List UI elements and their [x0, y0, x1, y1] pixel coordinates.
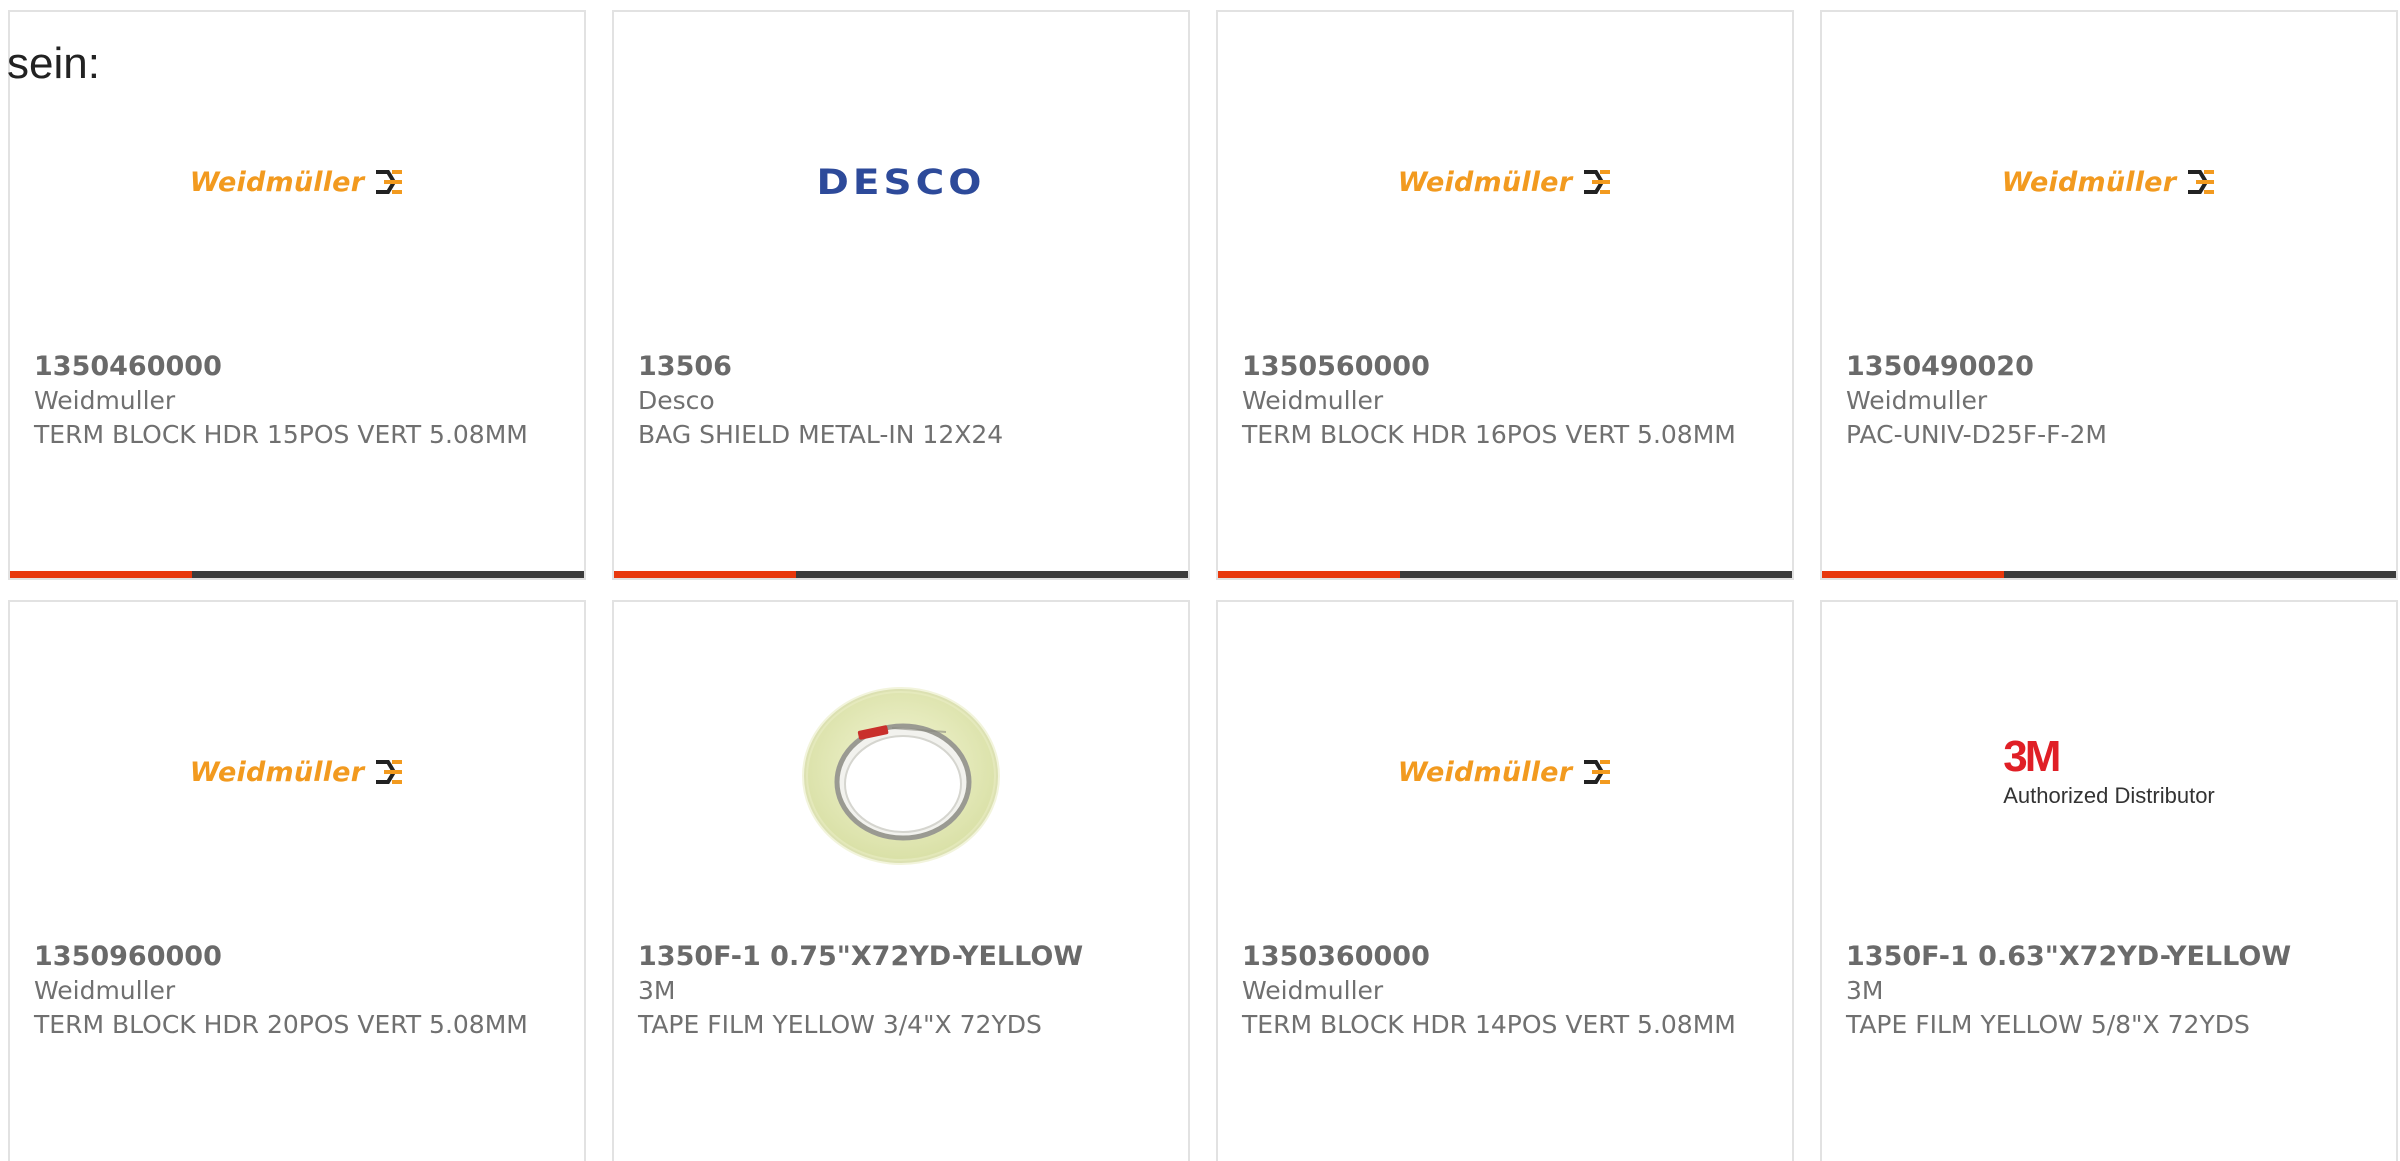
product-info: 1350360000 Weidmuller TERM BLOCK HDR 14P… — [1242, 940, 1768, 1042]
manufacturer: Weidmuller — [1242, 976, 1384, 1005]
product-description: TAPE FILM YELLOW 5/8"X 72YDS — [1846, 1010, 2250, 1039]
product-image[interactable]: 3M Authorized Distributor — [1822, 602, 2396, 942]
product-info: 1350460000 Weidmuller TERM BLOCK HDR 15P… — [34, 350, 560, 452]
product-description: TERM BLOCK HDR 20POS VERT 5.08MM — [34, 1010, 528, 1039]
manufacturer: Weidmuller — [34, 386, 176, 415]
weidmuller-mark-icon — [376, 760, 403, 784]
product-image[interactable]: Weidmüller — [10, 602, 584, 942]
product-info: 13506 Desco BAG SHIELD METAL-IN 12X24 — [638, 350, 1164, 452]
authorized-distributor-text: Authorized Distributor — [2003, 783, 2215, 808]
product-description: BAG SHIELD METAL-IN 12X24 — [638, 420, 1004, 449]
weidmuller-logo: Weidmüller — [190, 757, 404, 788]
product-description: TAPE FILM YELLOW 3/4"X 72YDS — [638, 1010, 1042, 1039]
weidmuller-mark-icon — [2188, 170, 2215, 194]
part-number[interactable]: 1350360000 — [1242, 940, 1768, 974]
card-bar-accent — [1822, 571, 2004, 578]
weidmuller-mark-icon — [1584, 170, 1611, 194]
product-description: TERM BLOCK HDR 15POS VERT 5.08MM — [34, 420, 528, 449]
card-bottom-bar — [10, 571, 584, 578]
part-number[interactable]: 1350490020 — [1846, 350, 2372, 384]
product-info: 1350F-1 0.63"X72YD-YELLOW 3M TAPE FILM Y… — [1846, 940, 2372, 1042]
product-description: PAC-UNIV-D25F-F-2M — [1846, 420, 2107, 449]
product-image[interactable]: Weidmüller — [1218, 12, 1792, 352]
card-bottom-bar — [1218, 571, 1792, 578]
product-image[interactable]: Weidmüller — [1822, 12, 2396, 352]
card-bar-accent — [10, 571, 192, 578]
product-card[interactable]: DESCO 13506 Desco BAG SHIELD METAL-IN 12… — [612, 10, 1190, 580]
product-description: TERM BLOCK HDR 14POS VERT 5.08MM — [1242, 1010, 1736, 1039]
product-info: 1350490020 Weidmuller PAC-UNIV-D25F-F-2M — [1846, 350, 2372, 452]
part-number[interactable]: 1350960000 — [34, 940, 560, 974]
part-number[interactable]: 1350F-1 0.75"X72YD-YELLOW — [638, 940, 1164, 974]
desco-logo: DESCO — [816, 161, 986, 203]
product-card[interactable]: 3M Authorized Distributor 1350F-1 0.63"X… — [1820, 600, 2398, 1161]
product-card[interactable]: Weidmüller 1350490020 Weidmuller PAC-UNI… — [1820, 10, 2398, 580]
part-number[interactable]: 1350460000 — [34, 350, 560, 384]
manufacturer: Weidmuller — [34, 976, 176, 1005]
product-info: 1350560000 Weidmuller TERM BLOCK HDR 16P… — [1242, 350, 1768, 452]
weidmuller-mark-icon — [376, 170, 403, 194]
product-image[interactable]: DESCO — [614, 12, 1188, 352]
weidmuller-logo: Weidmüller — [190, 167, 404, 198]
weidmuller-mark-icon — [1584, 760, 1611, 784]
intro-text: sein: — [7, 39, 100, 88]
weidmuller-logo: Weidmüller — [1398, 167, 1612, 198]
card-bottom-bar — [614, 571, 1188, 578]
part-number[interactable]: 1350F-1 0.63"X72YD-YELLOW — [1846, 940, 2372, 974]
card-bar-accent — [1218, 571, 1400, 578]
product-info: 1350F-1 0.75"X72YD-YELLOW 3M TAPE FILM Y… — [638, 940, 1164, 1042]
manufacturer: Weidmuller — [1846, 386, 1988, 415]
part-number[interactable]: 1350560000 — [1242, 350, 1768, 384]
card-bottom-bar — [1822, 571, 2396, 578]
product-image[interactable] — [614, 602, 1188, 942]
manufacturer: Desco — [638, 386, 715, 415]
product-card[interactable]: Weidmüller 1350960000 Weidmuller TERM BL… — [8, 600, 586, 1161]
product-image[interactable]: Weidmüller — [1218, 602, 1792, 942]
part-number[interactable]: 13506 — [638, 350, 1164, 384]
manufacturer: 3M — [638, 976, 676, 1005]
weidmuller-logo: Weidmüller — [2002, 167, 2216, 198]
product-description: TERM BLOCK HDR 16POS VERT 5.08MM — [1242, 420, 1736, 449]
3m-logo-mark: 3M — [2003, 732, 2061, 781]
manufacturer: Weidmuller — [1242, 386, 1384, 415]
product-card[interactable]: Weidmüller 1350460000 Weidmuller TERM BL… — [8, 10, 586, 580]
tape-roll-image — [802, 687, 1000, 865]
product-info: 1350960000 Weidmuller TERM BLOCK HDR 20P… — [34, 940, 560, 1042]
manufacturer: 3M — [1846, 976, 1884, 1005]
product-card[interactable]: Weidmüller 1350560000 Weidmuller TERM BL… — [1216, 10, 1794, 580]
product-grid-page: sein: Weidmüller 1350460000 Weidmuller T… — [0, 0, 2400, 1161]
product-card[interactable]: 1350F-1 0.75"X72YD-YELLOW 3M TAPE FILM Y… — [612, 600, 1190, 1161]
card-bar-accent — [614, 571, 796, 578]
3m-authorized-distributor-logo: 3M Authorized Distributor — [2003, 735, 2215, 809]
weidmuller-logo: Weidmüller — [1398, 757, 1612, 788]
product-card[interactable]: Weidmüller 1350360000 Weidmuller TERM BL… — [1216, 600, 1794, 1161]
